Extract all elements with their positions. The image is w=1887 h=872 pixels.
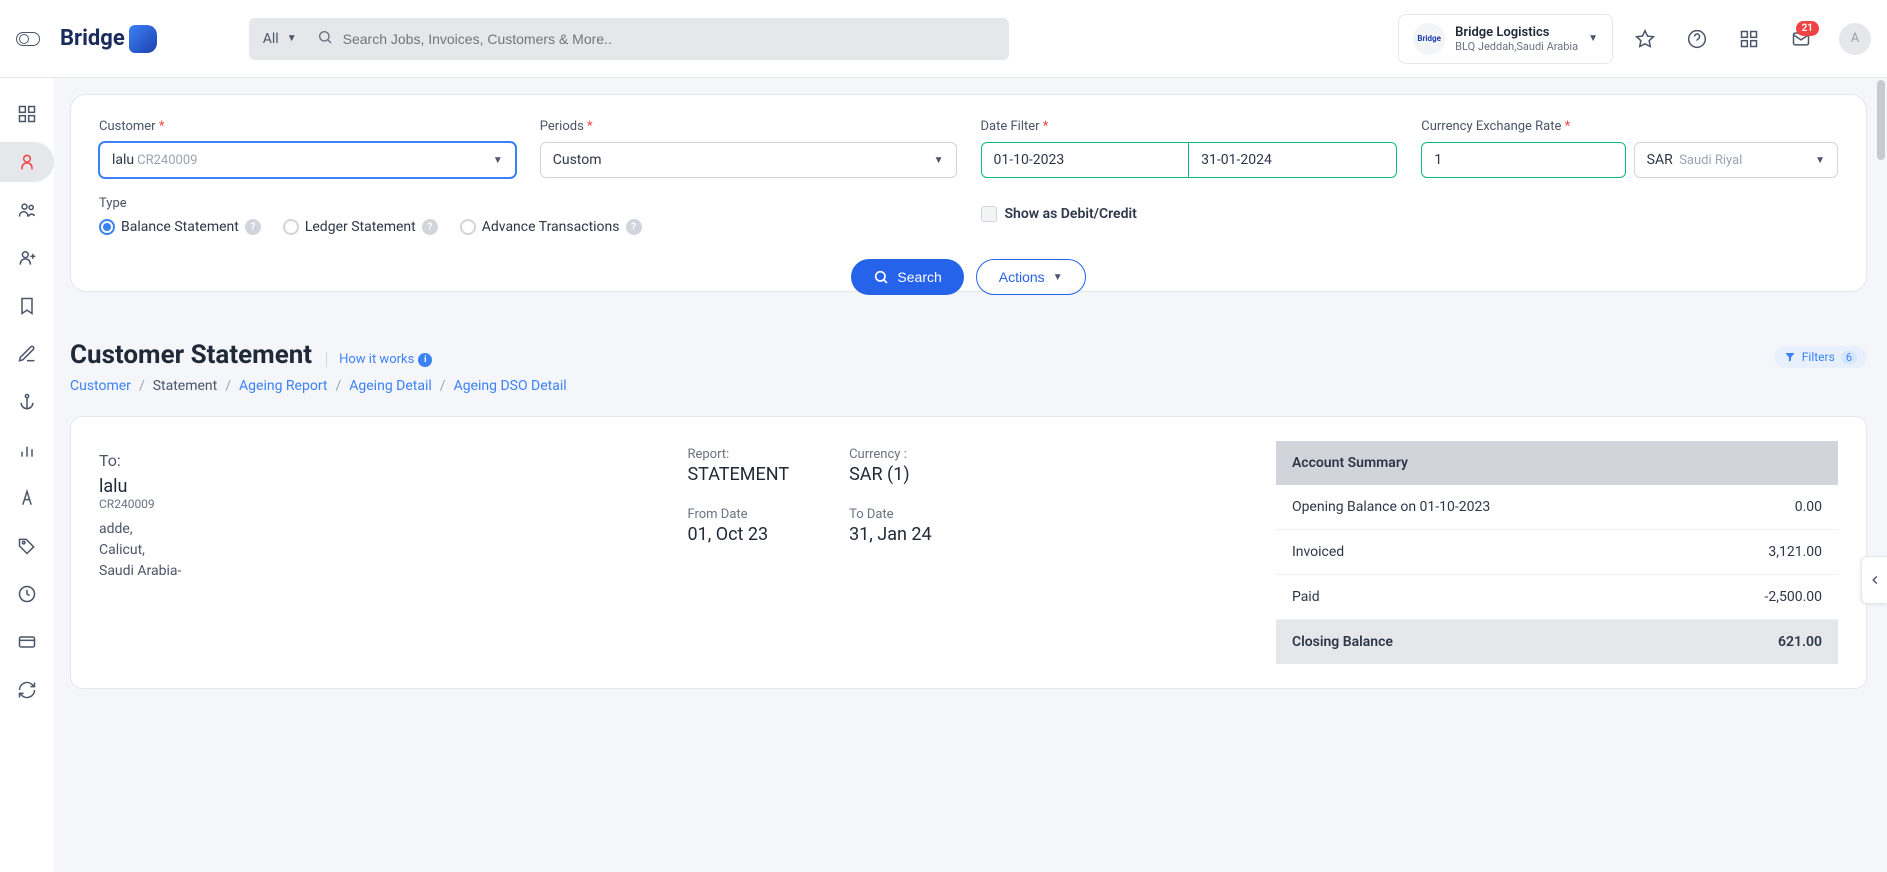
logo-mark-icon xyxy=(129,25,157,53)
help-tooltip-icon[interactable]: ? xyxy=(245,219,261,235)
radio-balance-statement[interactable]: Balance Statement ? xyxy=(99,219,261,235)
page-title: Customer Statement xyxy=(70,340,312,370)
how-it-works-link[interactable]: How it works i xyxy=(326,352,432,367)
apps-grid-icon[interactable] xyxy=(1739,29,1759,49)
statement-card: To: lalu CR240009 adde, Calicut, Saudi A… xyxy=(70,416,1867,689)
radio-icon xyxy=(283,219,299,235)
expand-panel-button[interactable] xyxy=(1861,556,1887,604)
radio-icon xyxy=(99,219,115,235)
report-type: STATEMENT xyxy=(687,464,789,485)
account-summary: Account Summary Opening Balance on 01-10… xyxy=(1276,441,1838,664)
nav-text-icon[interactable] xyxy=(7,478,47,518)
from-date: 01, Oct 23 xyxy=(687,524,789,545)
nav-chart-icon[interactable] xyxy=(7,430,47,470)
logo-text: Bridge xyxy=(60,26,125,51)
to-address: adde, Calicut, Saudi Arabia- xyxy=(99,519,655,582)
date-filter-field: Date Filter * 01-10-2023 31-01-2024 xyxy=(981,119,1398,178)
caret-down-icon: ▼ xyxy=(493,155,503,166)
breadcrumb-customer[interactable]: Customer xyxy=(70,378,131,394)
mail-icon[interactable]: 21 xyxy=(1791,29,1811,49)
currency-field: Currency Exchange Rate * 1 SAR Saudi Riy… xyxy=(1421,119,1838,178)
info-icon: i xyxy=(418,353,432,367)
date-from-input[interactable]: 01-10-2023 xyxy=(981,142,1190,178)
nav-add-user-icon[interactable] xyxy=(7,238,47,278)
main-content: Customer * laluCR240009 ▼ Periods * Cust… xyxy=(54,78,1887,705)
caret-down-icon: ▼ xyxy=(1053,272,1063,283)
to-date: 31, Jan 24 xyxy=(849,524,932,545)
org-switcher[interactable]: Bridge Bridge Logistics BLQ Jeddah,Saudi… xyxy=(1398,14,1613,64)
nav-customer-icon[interactable] xyxy=(0,142,54,182)
sidebar-toggle-icon[interactable] xyxy=(16,32,40,46)
breadcrumb-ageing-detail[interactable]: Ageing Detail xyxy=(349,378,432,394)
help-tooltip-icon[interactable]: ? xyxy=(626,219,642,235)
summary-heading: Account Summary xyxy=(1276,441,1838,485)
show-debit-credit-checkbox[interactable]: Show as Debit/Credit xyxy=(981,206,1839,222)
breadcrumb-statement: Statement xyxy=(153,378,218,394)
radio-advance-transactions[interactable]: Advance Transactions ? xyxy=(460,219,642,235)
search-category-dropdown[interactable]: All ▼ xyxy=(249,31,311,47)
currency-value: SAR (1) xyxy=(849,464,932,485)
type-radio-group: Type Balance Statement ? Ledger Statemen… xyxy=(99,196,957,235)
nav-sync-icon[interactable] xyxy=(7,670,47,710)
org-logo-icon: Bridge xyxy=(1413,23,1445,55)
favorite-icon[interactable] xyxy=(1635,29,1655,49)
app-logo[interactable]: Bridge xyxy=(60,25,157,53)
breadcrumb-ageing-dso[interactable]: Ageing DSO Detail xyxy=(454,378,567,394)
breadcrumb: Customer/ Statement/ Ageing Report/ Agei… xyxy=(70,378,1867,394)
caret-down-icon: ▼ xyxy=(287,33,297,44)
filter-panel: Customer * laluCR240009 ▼ Periods * Cust… xyxy=(70,94,1867,292)
mail-badge: 21 xyxy=(1796,21,1819,36)
nav-bookmark-icon[interactable] xyxy=(7,286,47,326)
summary-row: Invoiced3,121.00 xyxy=(1276,530,1838,575)
checkbox-icon xyxy=(981,206,997,222)
customer-field: Customer * laluCR240009 ▼ xyxy=(99,119,516,178)
periods-dropdown[interactable]: Custom ▼ xyxy=(540,142,957,178)
periods-field: Periods * Custom ▼ xyxy=(540,119,957,178)
scrollbar-thumb[interactable] xyxy=(1877,80,1885,160)
date-to-input[interactable]: 31-01-2024 xyxy=(1189,142,1397,178)
radio-ledger-statement[interactable]: Ledger Statement ? xyxy=(283,219,438,235)
to-label: To: xyxy=(99,451,655,470)
help-icon[interactable] xyxy=(1687,29,1707,49)
nav-dashboard-icon[interactable] xyxy=(7,94,47,134)
currency-rate-input[interactable]: 1 xyxy=(1421,142,1625,178)
actions-dropdown-button[interactable]: Actions ▼ xyxy=(976,259,1086,295)
caret-down-icon: ▼ xyxy=(1815,155,1825,166)
summary-closing-row: Closing Balance621.00 xyxy=(1276,620,1838,664)
user-avatar[interactable]: A xyxy=(1839,23,1871,55)
search-icon xyxy=(317,29,333,49)
help-tooltip-icon[interactable]: ? xyxy=(422,219,438,235)
org-location: BLQ Jeddah,Saudi Arabia xyxy=(1455,40,1578,53)
nav-clock-icon[interactable] xyxy=(7,574,47,614)
to-code: CR240009 xyxy=(99,497,655,511)
app-header: Bridge All ▼ Bridge Bridge Logistics BLQ… xyxy=(0,0,1887,78)
nav-edit-icon[interactable] xyxy=(7,334,47,374)
breadcrumb-ageing-report[interactable]: Ageing Report xyxy=(239,378,327,394)
radio-icon xyxy=(460,219,476,235)
currency-dropdown[interactable]: SAR Saudi Riyal ▼ xyxy=(1634,142,1838,178)
org-name: Bridge Logistics xyxy=(1455,25,1578,40)
summary-row: Opening Balance on 01-10-20230.00 xyxy=(1276,485,1838,530)
sidebar-nav xyxy=(0,78,54,872)
to-name: lalu xyxy=(99,476,655,497)
search-button[interactable]: Search xyxy=(851,259,963,295)
search-input[interactable] xyxy=(343,31,1009,47)
nav-users-icon[interactable] xyxy=(7,190,47,230)
caret-down-icon: ▼ xyxy=(1588,33,1598,44)
global-search: All ▼ xyxy=(249,18,1009,60)
summary-row: Paid-2,500.00 xyxy=(1276,575,1838,620)
filters-chip[interactable]: Filters 6 xyxy=(1774,346,1867,368)
customer-dropdown[interactable]: laluCR240009 ▼ xyxy=(99,142,516,178)
nav-anchor-icon[interactable] xyxy=(7,382,47,422)
nav-tag-icon[interactable] xyxy=(7,526,47,566)
nav-card-icon[interactable] xyxy=(7,622,47,662)
caret-down-icon: ▼ xyxy=(934,155,944,166)
